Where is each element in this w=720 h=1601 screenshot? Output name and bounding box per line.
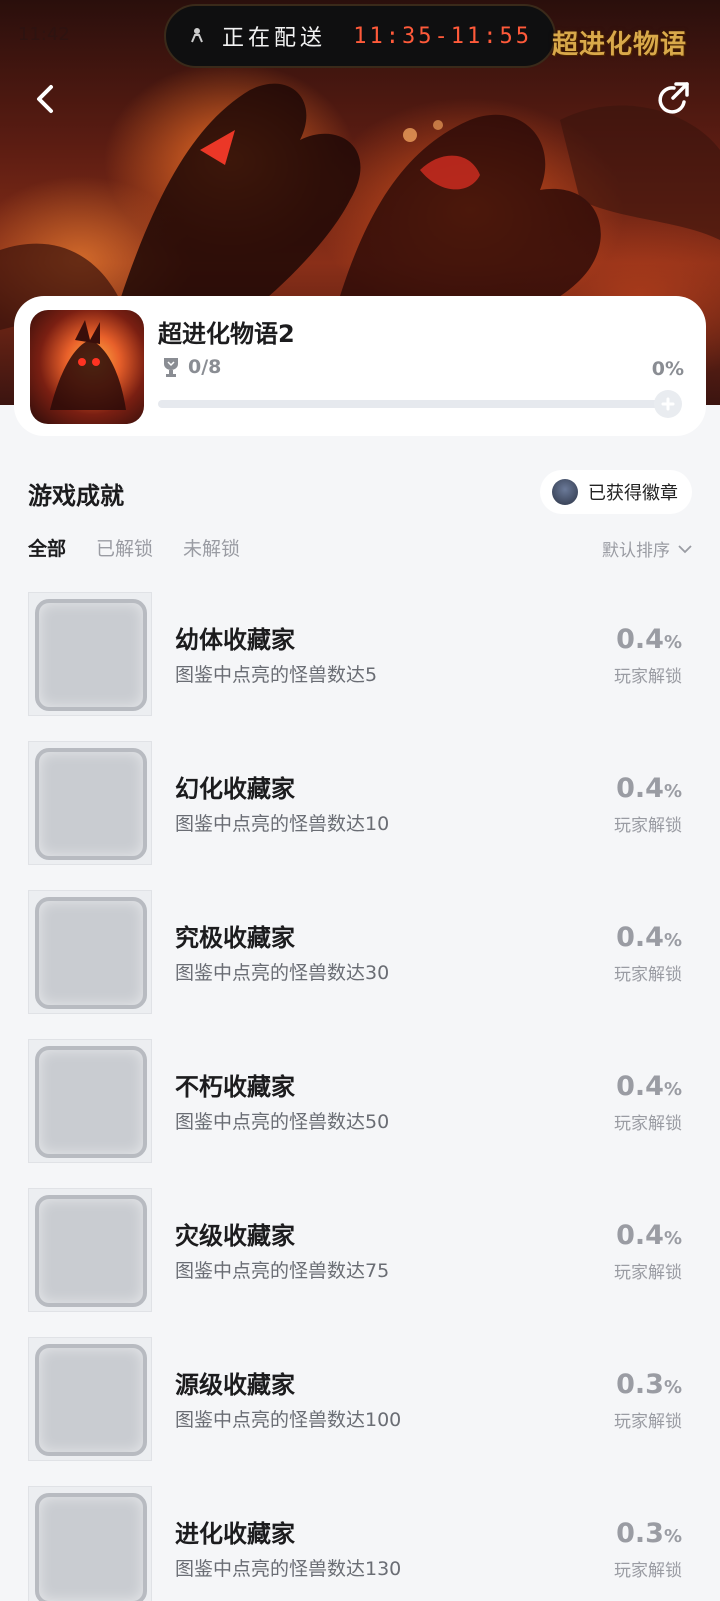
- progress-knob: [654, 390, 682, 418]
- delivery-rider-icon: [188, 26, 208, 46]
- unlock-rate-label: 玩家解锁: [614, 667, 682, 687]
- achievement-row[interactable]: 灾级收藏家 图鉴中点亮的怪兽数达75 0.4% 玩家解锁: [0, 1186, 720, 1335]
- unlock-rate: 0.4%: [616, 624, 682, 655]
- achievement-badge-icon: [28, 1188, 152, 1312]
- achievement-badge-icon: [28, 592, 152, 716]
- share-button[interactable]: [650, 76, 698, 124]
- achievement-badge-icon: [28, 741, 152, 865]
- game-summary-card: 超进化物语2 0/8 0%: [14, 296, 706, 436]
- achievement-name: 究极收藏家: [175, 924, 295, 952]
- unlock-rate: 0.4%: [616, 1220, 682, 1251]
- back-button[interactable]: [22, 76, 68, 122]
- unlock-rate-label: 玩家解锁: [614, 1412, 682, 1432]
- completion-progress-bar: [158, 390, 682, 418]
- achievement-row[interactable]: 不朽收藏家 图鉴中点亮的怪兽数达50 0.4% 玩家解锁: [0, 1037, 720, 1186]
- achievement-row[interactable]: 进化收藏家 图鉴中点亮的怪兽数达130 0.3% 玩家解锁: [0, 1484, 720, 1601]
- unlock-rate: 0.4%: [616, 922, 682, 953]
- tab-all[interactable]: 全部: [28, 534, 66, 561]
- achievement-description: 图鉴中点亮的怪兽数达5: [175, 664, 378, 686]
- achievement-description: 图鉴中点亮的怪兽数达10: [175, 813, 390, 835]
- delivery-status-pill[interactable]: 正在配送 11:35-11:55: [164, 4, 556, 68]
- section-title: 游戏成就: [28, 482, 124, 510]
- achievement-name: 幻化收藏家: [175, 775, 295, 803]
- game-title: 超进化物语2: [158, 320, 295, 348]
- achievement-badge-icon: [28, 890, 152, 1014]
- sort-label: 默认排序: [602, 541, 670, 561]
- unlock-rate: 0.3%: [616, 1369, 682, 1400]
- achievement-row[interactable]: 源级收藏家 图鉴中点亮的怪兽数达100 0.3% 玩家解锁: [0, 1335, 720, 1484]
- achievement-name: 灾级收藏家: [175, 1222, 295, 1250]
- achievement-badge-icon: [28, 1039, 152, 1163]
- plus-badge-icon: [661, 397, 675, 411]
- achievement-badge-icon: [28, 1486, 152, 1601]
- achievement-name: 源级收藏家: [175, 1371, 295, 1399]
- chevron-down-icon: [678, 544, 692, 553]
- chevron-left-icon: [37, 85, 53, 113]
- tab-locked[interactable]: 未解锁: [183, 534, 240, 561]
- achievement-description: 图鉴中点亮的怪兽数达100: [175, 1409, 402, 1431]
- unlock-rate: 0.4%: [616, 1071, 682, 1102]
- achievement-list: 幼体收藏家 图鉴中点亮的怪兽数达5 0.4% 玩家解锁 幻化收藏家 图鉴中点亮的…: [0, 590, 720, 1601]
- achievement-description: 图鉴中点亮的怪兽数达50: [175, 1111, 390, 1133]
- unlock-rate: 0.4%: [616, 773, 682, 804]
- achievement-badge-icon: [28, 1337, 152, 1461]
- unlock-rate-label: 玩家解锁: [614, 816, 682, 836]
- achievement-description: 图鉴中点亮的怪兽数达130: [175, 1558, 402, 1580]
- trophy-progress: 0/8: [162, 356, 221, 378]
- earned-badges-button[interactable]: 已获得徽章: [540, 470, 692, 514]
- share-icon: [658, 82, 689, 114]
- badge-avatar: [552, 479, 578, 505]
- achievement-row[interactable]: 幼体收藏家 图鉴中点亮的怪兽数达5 0.4% 玩家解锁: [0, 590, 720, 739]
- game-cover-image[interactable]: [30, 310, 144, 424]
- achievement-description: 图鉴中点亮的怪兽数达30: [175, 962, 390, 984]
- unlock-rate: 0.3%: [616, 1518, 682, 1549]
- trophy-count: 0/8: [188, 356, 222, 378]
- achievement-name: 进化收藏家: [175, 1520, 295, 1548]
- game-brand-logo: 超进化物语: [552, 30, 688, 60]
- tab-unlocked[interactable]: 已解锁: [96, 534, 153, 561]
- unlock-rate-label: 玩家解锁: [614, 965, 682, 985]
- earned-badges-label: 已获得徽章: [588, 483, 678, 504]
- achievement-description: 图鉴中点亮的怪兽数达75: [175, 1260, 390, 1282]
- delivery-status-text: 正在配送: [222, 26, 327, 51]
- achievements-page: 11:42 正在配送 11:35-11:55 超进化物语 超进化物语2 0/8 …: [0, 0, 720, 1601]
- unlock-rate-label: 玩家解锁: [614, 1263, 682, 1283]
- achievement-row[interactable]: 幻化收藏家 图鉴中点亮的怪兽数达10 0.4% 玩家解锁: [0, 739, 720, 888]
- delivery-time-range: 11:35-11:55: [353, 23, 532, 49]
- trophy-icon: [164, 358, 178, 377]
- sort-dropdown[interactable]: 默认排序: [602, 536, 692, 561]
- achievement-name: 不朽收藏家: [175, 1073, 295, 1101]
- achievement-name: 幼体收藏家: [175, 626, 295, 654]
- unlock-rate-label: 玩家解锁: [614, 1114, 682, 1134]
- status-time: 11:42: [18, 24, 70, 45]
- unlock-rate-label: 玩家解锁: [614, 1561, 682, 1581]
- achievement-row[interactable]: 究极收藏家 图鉴中点亮的怪兽数达30 0.4% 玩家解锁: [0, 888, 720, 1037]
- filter-tabs: 全部 已解锁 未解锁: [28, 534, 270, 561]
- completion-percent: 0%: [651, 358, 684, 380]
